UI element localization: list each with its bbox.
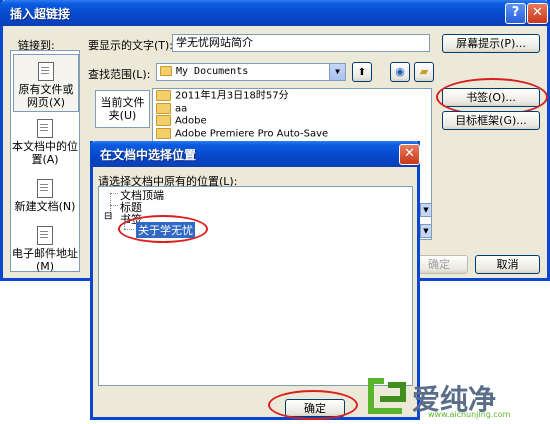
list-item[interactable]: aa — [156, 102, 428, 116]
file-name: aa — [175, 103, 188, 114]
current-folder-label: 当前文件夹(U) — [100, 96, 145, 122]
file-name: 2011年1月3日18时57分 — [175, 90, 289, 102]
watermark-logo — [362, 374, 408, 418]
globe-search-icon: ◉ — [395, 65, 405, 78]
screen-tip-button[interactable]: 屏幕提示(P)... — [442, 34, 540, 53]
email-icon — [37, 226, 53, 245]
display-text-input[interactable]: 学无忧网站简介 — [172, 34, 430, 52]
help-button[interactable]: ? — [505, 3, 526, 24]
list-item[interactable]: 2011年1月3日18时57分 — [156, 90, 428, 103]
sidebar-item-new-document[interactable]: 新建文档(N) — [12, 179, 78, 213]
list-item[interactable]: Adobe Premiere Pro Auto-Save — [156, 127, 428, 141]
look-in-value: My Documents — [176, 66, 249, 77]
document-position-icon — [37, 119, 53, 138]
sidebar-item-this-document[interactable]: 本文档中的位置(A) — [12, 119, 78, 166]
sidebar-item-label: 新建文档 — [14, 200, 59, 213]
sidebar-item-existing-file[interactable]: 原有文件或网页(X) — [13, 54, 79, 112]
folder-icon — [156, 102, 171, 114]
open-folder-icon: ▰ — [419, 65, 429, 78]
target-frame-button[interactable]: 目标框架(G)... — [442, 111, 540, 130]
sidebar-item-email[interactable]: 电子邮件地址(M) — [12, 226, 78, 273]
browse-web-button[interactable]: ◉ — [390, 62, 410, 82]
sidebar-item-label: 电子邮件地址 — [12, 247, 78, 260]
list-item[interactable]: Adobe — [156, 115, 428, 128]
address-scroll-arrow[interactable]: ▼ — [420, 224, 432, 238]
file-name: Adobe Premiere Pro Auto-Save — [175, 128, 329, 139]
sub-title-bar: 在文档中选择位置 ✕ — [90, 141, 420, 167]
close-button[interactable]: ✕ — [527, 3, 548, 24]
sub-dialog-title: 在文档中选择位置 — [100, 148, 197, 162]
main-dialog-title: 插入超链接 — [10, 7, 71, 21]
folder-icon — [156, 90, 171, 101]
sidebar-item-key: (M) — [35, 260, 55, 273]
new-document-icon — [37, 179, 53, 198]
folder-icon — [160, 66, 172, 76]
watermark-url: www.aichunjing.com — [428, 410, 511, 419]
link-to-sidebar: 原有文件或网页(X) 本文档中的位置(A) 新建文档(N) 电子邮件地址(M) — [10, 50, 80, 273]
up-folder-icon: ⬆ — [357, 67, 367, 78]
sidebar-item-key: (N) — [58, 200, 76, 213]
sidebar-item-key: (A) — [42, 153, 59, 166]
watermark-logo-icon — [368, 378, 406, 414]
up-folder-button[interactable]: ⬆ — [352, 62, 372, 82]
chevron-down-icon[interactable]: ▼ — [329, 64, 345, 80]
cancel-button[interactable]: 取消 — [475, 255, 540, 274]
tree-connector-line — [110, 205, 118, 207]
file-name: Adobe — [175, 115, 207, 127]
folder-icon — [156, 127, 171, 139]
tree-expander[interactable]: ⊟ — [104, 211, 112, 222]
folder-icon — [156, 115, 171, 126]
ok-annotation-ellipse — [268, 390, 358, 420]
sidebar-item-key: (X) — [48, 96, 66, 109]
selected-bookmark-annotation-ellipse — [118, 215, 208, 243]
file-list-scroll-arrow[interactable]: ▼ — [420, 203, 432, 217]
sub-close-button[interactable]: ✕ — [399, 144, 420, 165]
browse-file-button[interactable]: ▰ — [414, 62, 434, 82]
main-title-bar: 插入超链接 ? ✕ — [0, 0, 550, 26]
current-folder-button[interactable]: 当前文件夹(U) — [95, 90, 150, 128]
tree-connector-line — [110, 193, 118, 195]
look-in-select[interactable]: My Documents ▼ — [156, 63, 346, 81]
display-text-label: 要显示的文字(T): — [88, 39, 174, 52]
look-in-label: 查找范围(L): — [88, 68, 151, 81]
web-page-icon — [38, 62, 54, 81]
sidebar-item-label: 原有文件或网页 — [18, 83, 74, 109]
